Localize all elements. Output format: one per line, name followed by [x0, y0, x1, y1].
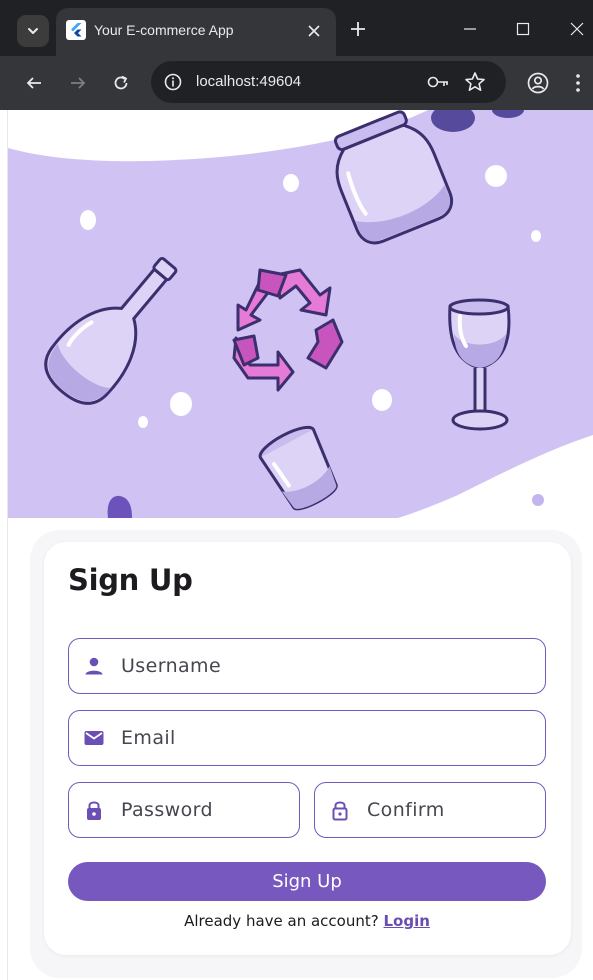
close-icon	[308, 25, 320, 37]
address-bar[interactable]: localhost:49604	[151, 61, 506, 103]
profile-icon[interactable]	[526, 71, 550, 95]
confirm-password-field[interactable]	[314, 782, 546, 838]
tab-title: Your E-commerce App	[94, 22, 234, 38]
tab-search-button[interactable]	[17, 15, 49, 47]
new-tab-button[interactable]	[347, 18, 369, 40]
login-link[interactable]: Login	[383, 912, 429, 930]
back-button[interactable]	[22, 71, 46, 95]
url-text[interactable]: localhost:49604	[196, 73, 301, 90]
email-icon	[84, 731, 104, 745]
login-prompt-row: Already have an account? Login	[0, 912, 593, 930]
email-input[interactable]	[121, 711, 478, 765]
sign-up-button[interactable]: Sign Up	[68, 862, 546, 901]
kebab-menu-icon[interactable]	[570, 71, 586, 95]
browser-tab-bar: Your E-commerce App	[0, 0, 593, 56]
close-window-button[interactable]	[566, 18, 588, 40]
maximize-icon	[516, 22, 530, 36]
username-input[interactable]	[121, 639, 478, 693]
reload-button[interactable]	[109, 71, 133, 95]
password-field[interactable]	[68, 782, 300, 838]
minimize-button[interactable]	[459, 18, 481, 40]
recycling-illustration	[8, 110, 593, 518]
username-field[interactable]	[68, 638, 546, 694]
page-left-edge	[0, 110, 8, 980]
browser-tab[interactable]: Your E-commerce App	[56, 8, 336, 56]
email-field[interactable]	[68, 710, 546, 766]
person-icon	[85, 657, 103, 675]
plus-icon	[351, 22, 365, 36]
browser-toolbar: localhost:49604	[0, 56, 593, 110]
reload-icon	[114, 75, 128, 90]
star-icon[interactable]	[464, 71, 486, 93]
minimize-icon	[464, 28, 476, 30]
tab-close-button[interactable]	[304, 21, 324, 41]
close-window-icon	[570, 22, 584, 36]
forward-arrow-icon	[71, 77, 86, 89]
back-arrow-icon	[26, 77, 41, 89]
password-input[interactable]	[121, 783, 294, 837]
confirm-password-input[interactable]	[367, 783, 540, 837]
lock-outline-icon	[332, 801, 348, 821]
flutter-favicon-icon	[66, 20, 86, 40]
info-icon[interactable]	[163, 72, 183, 92]
login-prompt-text: Already have an account?	[184, 912, 384, 930]
forward-button[interactable]	[66, 71, 90, 95]
page-title: Sign Up	[68, 563, 193, 597]
hero-illustration	[8, 110, 593, 518]
maximize-button[interactable]	[512, 18, 534, 40]
lock-icon	[87, 801, 101, 820]
chevron-down-icon	[28, 28, 38, 34]
key-icon[interactable]	[426, 72, 450, 92]
